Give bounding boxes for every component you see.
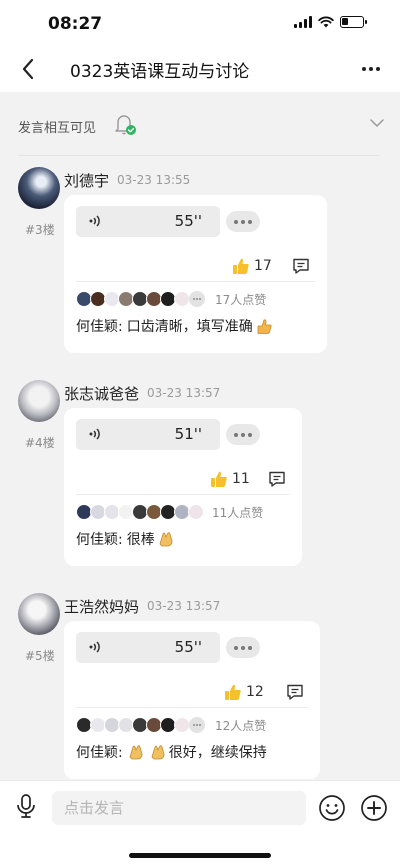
more-button[interactable]: [356, 54, 386, 84]
avatar[interactable]: [18, 167, 60, 209]
plus-circle-icon[interactable]: [360, 794, 388, 822]
comment-author: 何佳颖:: [76, 532, 123, 548]
visibility-label: 发言相互可见: [18, 121, 97, 136]
liker-avatars[interactable]: 11人点赞: [76, 503, 263, 521]
post-menu-button[interactable]: [226, 211, 260, 232]
back-button[interactable]: [14, 54, 44, 84]
battery-icon: [340, 16, 367, 28]
like-count: 11: [232, 471, 250, 487]
comment-author: 何佳颖:: [76, 745, 123, 761]
divider: [76, 281, 315, 282]
more-likers-icon: [189, 291, 205, 307]
liker-avatars[interactable]: 17人点赞: [76, 290, 266, 308]
input-bar: [0, 780, 400, 866]
thumbs-up-icon: [211, 471, 227, 487]
more-likers-icon: [189, 717, 205, 733]
thumbs-up-icon: [225, 684, 241, 700]
post-time: 03-23 13:57: [147, 386, 221, 400]
page-title: 0323英语课互动与讨论: [70, 62, 250, 82]
clapping-emoji: [151, 745, 165, 760]
smiley-icon[interactable]: [318, 794, 346, 822]
post-card: 51'' 11 11人点赞 何佳颖: 很棒: [64, 408, 302, 566]
post-time: 03-23 13:57: [147, 599, 221, 613]
voice-duration: 51'': [174, 425, 202, 443]
status-bar: 08:27: [0, 0, 400, 46]
voice-message[interactable]: 55'': [76, 632, 220, 663]
comment-text: 很好，继续保持: [168, 745, 267, 761]
author-name[interactable]: 张志诚爸爸: [64, 383, 139, 404]
post-card: 55'' 17 17人点赞 何佳颖: 口齿清晰，填写准确: [64, 195, 327, 353]
comment-text: 口齿清晰，填写准确: [126, 319, 253, 335]
more-horizontal-icon: [362, 67, 366, 71]
floor-number: #3楼: [25, 223, 55, 237]
like-count: 12: [246, 684, 264, 700]
teacher-comment: 何佳颖: 很棒: [76, 529, 175, 549]
floor-number: #4楼: [25, 436, 55, 450]
status-time: 08:27: [48, 14, 103, 34]
author-name[interactable]: 刘德宇: [64, 170, 109, 191]
comment-author: 何佳颖:: [76, 319, 123, 335]
post-menu-button[interactable]: [226, 637, 260, 658]
divider: [76, 494, 290, 495]
like-button[interactable]: 17: [232, 257, 272, 275]
microphone-icon[interactable]: [14, 793, 38, 819]
post-menu-button[interactable]: [226, 424, 260, 445]
like-count: 17: [254, 258, 272, 274]
divider: [18, 155, 380, 156]
chevron-down-icon[interactable]: [370, 118, 384, 128]
voice-duration: 55'': [174, 212, 202, 230]
comment-text: 很棒: [126, 532, 155, 548]
avatar[interactable]: [18, 380, 60, 422]
like-button[interactable]: 12: [224, 683, 264, 701]
home-indicator: [129, 853, 271, 858]
teacher-comment: 何佳颖: 口齿清晰，填写准确: [76, 316, 273, 336]
like-summary: 17人点赞: [215, 292, 267, 307]
discussion-feed[interactable]: 发言相互可见 #3楼 刘德宇 03-23 13:55 55'' 17 17人点赞…: [0, 92, 400, 780]
thumbs-up-icon: [233, 258, 249, 274]
like-button[interactable]: 11: [210, 470, 250, 488]
voice-duration: 55'': [174, 638, 202, 656]
floor-number: #5楼: [25, 649, 55, 663]
voice-wave-icon: [89, 428, 100, 440]
like-summary: 11人点赞: [212, 505, 264, 520]
voice-wave-icon: [89, 215, 100, 227]
like-summary: 12人点赞: [215, 718, 267, 733]
clapping-emoji: [159, 532, 173, 547]
clapping-emoji: [129, 745, 143, 760]
wifi-icon: [318, 16, 334, 28]
post-time: 03-23 13:55: [117, 173, 191, 187]
chevron-left-icon: [22, 58, 34, 80]
liker-avatars[interactable]: 12人点赞: [76, 716, 266, 734]
status-icons: [294, 16, 367, 28]
post-card: 55'' 12 12人点赞 何佳颖: 很好，继续保持: [64, 621, 320, 779]
bell-check-icon: [115, 115, 136, 135]
nav-bar: 0323英语课互动与讨论: [0, 46, 400, 92]
voice-wave-icon: [89, 641, 100, 653]
author-name[interactable]: 王浩然妈妈: [64, 596, 139, 617]
speak-input[interactable]: [52, 791, 306, 825]
cellular-signal-icon: [294, 16, 312, 28]
voice-message[interactable]: 51'': [76, 419, 220, 450]
teacher-comment: 何佳颖: 很好，继续保持: [76, 742, 267, 762]
comment-icon[interactable]: [286, 683, 304, 701]
comment-icon[interactable]: [268, 470, 286, 488]
comment-icon[interactable]: [292, 257, 310, 275]
visibility-row[interactable]: 发言相互可见: [0, 92, 400, 156]
avatar[interactable]: [18, 593, 60, 635]
divider: [76, 707, 308, 708]
thumbs-up-emoji: [257, 319, 272, 334]
voice-message[interactable]: 55'': [76, 206, 220, 237]
